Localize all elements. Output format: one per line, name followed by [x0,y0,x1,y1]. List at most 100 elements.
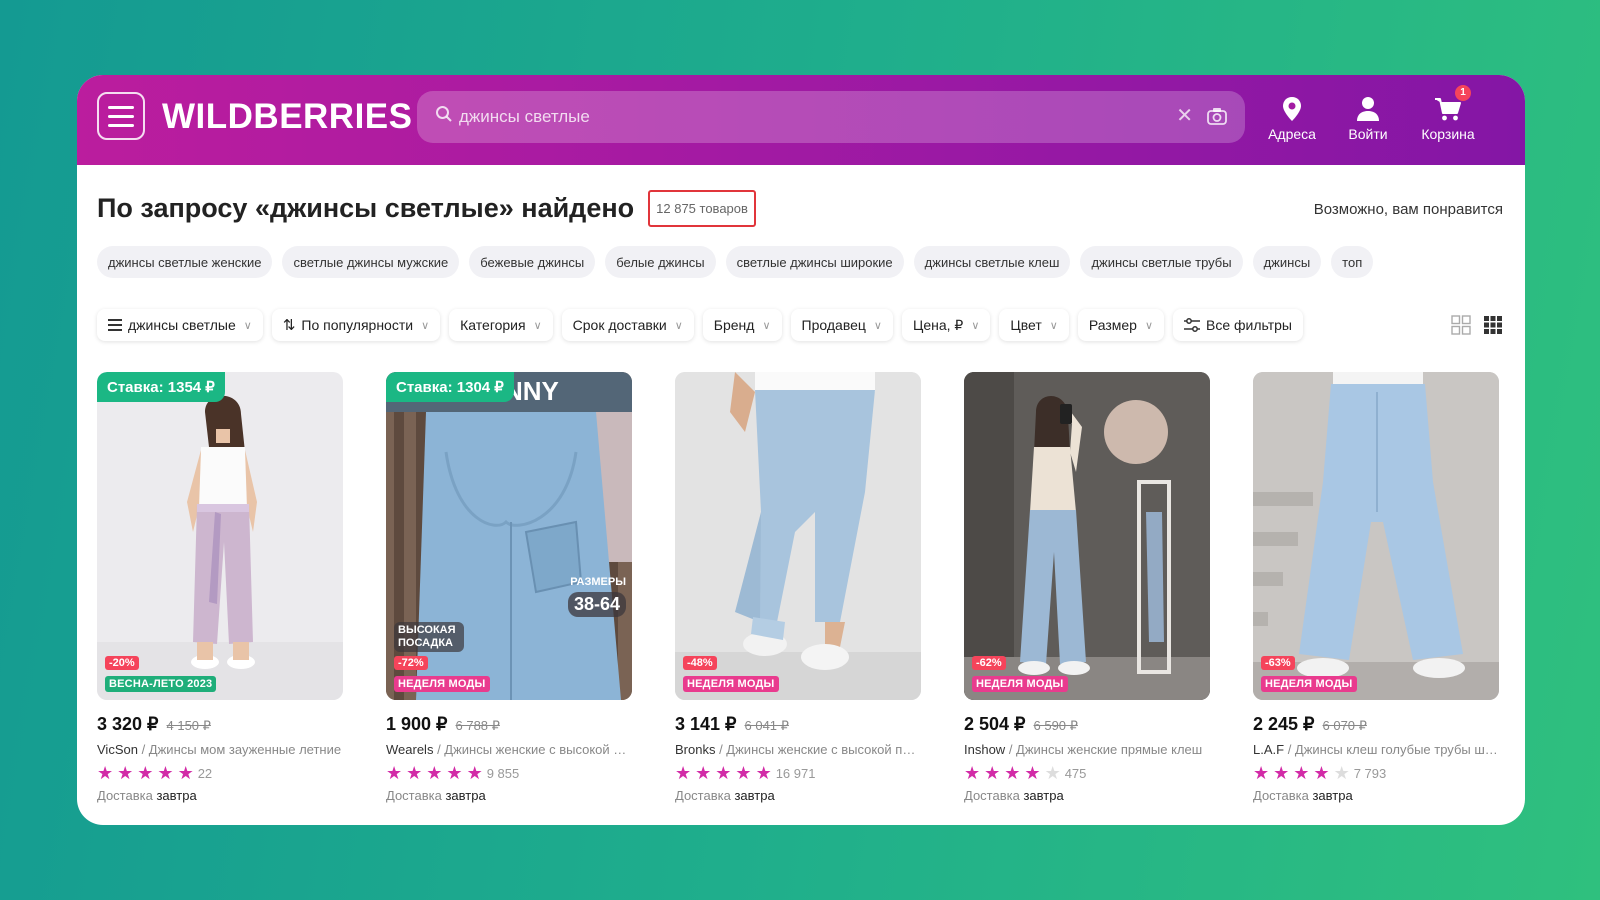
discount-badge: -63% [1261,656,1295,670]
brand-name: Bronks [675,742,716,757]
suggestion-chip[interactable]: джинсы светлые женские [97,246,273,278]
product-card[interactable]: -62% НЕДЕЛЯ МОДЫ 2 504 ₽ 6 590 ₽ Inshow … [964,372,1210,803]
suggestion-chip[interactable]: джинсы [1252,246,1322,278]
product-name[interactable]: Bronks / Джинсы женские с высокой посадк… [675,742,921,757]
small-grid-icon[interactable] [1483,315,1503,335]
filter-bar: джинсы светлые ∨ ⇅ По популярности ∨ Катег… [97,309,1303,341]
product-image[interactable]: NNY Ставка: 1304 ₽ РАЗМЕРЫ 38-64 ВЫСОКАЯ… [386,372,632,700]
cart-button[interactable]: 1 Корзина [1413,85,1483,142]
star-icon: ★ [177,763,194,783]
model-figure [964,372,1210,700]
price-row: 2 245 ₽ 6 070 ₽ [1253,714,1499,735]
product-card[interactable]: -48% НЕДЕЛЯ МОДЫ 3 141 ₽ 6 041 ₽ Bronks … [675,372,921,803]
color-filter-label: Цвет [1010,317,1042,333]
query-filter-button[interactable]: джинсы светлые ∨ [97,309,263,341]
product-name[interactable]: Wearels / Джинсы женские с высокой посад… [386,742,632,757]
suggestion-chip[interactable]: светлые джинсы широкие [725,246,904,278]
delivery-label: Доставка [97,788,153,803]
suggestion-chip[interactable]: светлые джинсы мужские [282,246,460,278]
menu-button[interactable] [97,92,145,140]
search-input[interactable] [459,99,1139,135]
sort-button[interactable]: ⇅ По популярности ∨ [271,309,441,341]
view-toggle [1451,315,1503,335]
menu-icon-line [108,114,134,118]
results-count: 12 875 товаров [648,189,756,227]
price-row: 3 320 ₽ 4 150 ₽ [97,714,343,735]
star-icon: ★ [1313,763,1330,783]
review-count: 22 [197,765,213,781]
suggestion-chip[interactable]: белые джинсы [605,246,716,278]
menu-icon-line [108,105,134,109]
product-name[interactable]: VicSon / Джинсы мом зауженные летние [97,742,343,757]
color-filter-button[interactable]: Цвет ∨ [999,309,1069,341]
addresses-button[interactable]: Адреса [1257,90,1327,142]
product-card[interactable]: Ставка: 1354 ₽ -20% ВЕСНА-ЛЕТО 2023 3 32… [97,372,343,803]
menu-icon-line [108,123,134,127]
star-icon: ★ [1044,763,1061,783]
seller-filter-label: Продавец [801,317,866,333]
delivery-filter-button[interactable]: Срок доставки ∨ [561,309,694,341]
brand-name: Inshow [964,742,1006,757]
rating: ★ ★ ★ ★ ★ 7 793 [1253,764,1499,782]
delivery-when: завтра [445,788,486,803]
star-icon: ★ [117,763,134,783]
large-grid-icon[interactable] [1451,315,1471,335]
login-label: Войти [1348,126,1388,142]
product-name[interactable]: L.A.F / Джинсы клеш голубые трубы широки… [1253,742,1499,757]
suggestion-chip[interactable]: бежевые джинсы [469,246,596,278]
discount-badge: -48% [683,656,717,670]
camera-icon[interactable] [1207,107,1227,125]
size-filter-label: Размер [1088,317,1137,333]
all-filters-button[interactable]: Все фильтры [1173,309,1303,341]
search-bar[interactable]: ✕ [417,91,1245,143]
maybe-like-link[interactable]: Возможно, вам понравится [1314,201,1503,218]
user-icon [1357,97,1379,121]
size-filter-button[interactable]: Размер ∨ [1077,309,1165,341]
delivery-label: Доставка [1253,788,1309,803]
product-title: / Джинсы женские прямые клеш [1005,742,1203,757]
price: 2 504 ₽ [964,714,1026,734]
brand-name: L.A.F [1253,742,1285,757]
product-name[interactable]: Inshow / Джинсы женские прямые клеш [964,742,1210,757]
product-card[interactable]: NNY Ставка: 1304 ₽ РАЗМЕРЫ 38-64 ВЫСОКАЯ… [386,372,632,803]
cart-icon [1435,98,1461,121]
price-filter-button[interactable]: Цена, ₽ ∨ [901,309,991,341]
discount-badge: -20% [105,656,139,670]
logo[interactable]: WILDBERRIES [162,97,413,137]
product-card[interactable]: -63% НЕДЕЛЯ МОДЫ 2 245 ₽ 6 070 ₽ L.A.F /… [1253,372,1499,803]
price: 3 141 ₽ [675,714,737,734]
star-icon: ★ [157,763,174,783]
review-count: 9 855 [486,765,520,781]
product-image[interactable]: Ставка: 1354 ₽ -20% ВЕСНА-ЛЕТО 2023 [97,372,343,700]
category-filter-button[interactable]: Категория ∨ [449,309,553,341]
delivery-info: Доставка завтра [964,788,1210,803]
suggestion-chip[interactable]: джинсы светлые клеш [913,246,1071,278]
sort-icon: ⇅ [282,317,296,334]
product-image[interactable]: -48% НЕДЕЛЯ МОДЫ [675,372,921,700]
star-icon: ★ [1253,763,1270,783]
cart-count-badge: 1 [1455,85,1471,101]
product-image[interactable]: -63% НЕДЕЛЯ МОДЫ [1253,372,1499,700]
rating: ★ ★ ★ ★ ★ 16 971 [675,764,921,782]
sizes-range: 38-64 [567,592,626,617]
chevron-down-icon: ∨ [971,319,980,332]
chevron-down-icon: ∨ [421,319,430,332]
promo-tag: НЕДЕЛЯ МОДЫ [1261,676,1357,692]
stake-badge: Ставка: 1304 ₽ [386,372,514,402]
login-button[interactable]: Войти [1333,90,1403,142]
price-filter-label: Цена, ₽ [912,316,964,333]
rating: ★ ★ ★ ★ ★ 9 855 [386,764,632,782]
review-count: 475 [1064,765,1087,781]
brand-filter-button[interactable]: Бренд ∨ [702,309,782,341]
seller-filter-button[interactable]: Продавец ∨ [790,309,893,341]
delivery-info: Доставка завтра [1253,788,1499,803]
product-image[interactable]: -62% НЕДЕЛЯ МОДЫ [964,372,1210,700]
header-bar: WILDBERRIES ✕ Адреса [77,75,1525,165]
clear-search-icon[interactable]: ✕ [1176,105,1193,127]
chevron-down-icon: ∨ [674,319,683,332]
suggestion-chip[interactable]: топ [1331,246,1374,278]
promo-tag: ВЕСНА-ЛЕТО 2023 [105,676,217,692]
brand-name: VicSon [97,742,138,757]
stake-badge: Ставка: 1354 ₽ [97,372,225,402]
suggestion-chip[interactable]: джинсы светлые трубы [1080,246,1243,278]
